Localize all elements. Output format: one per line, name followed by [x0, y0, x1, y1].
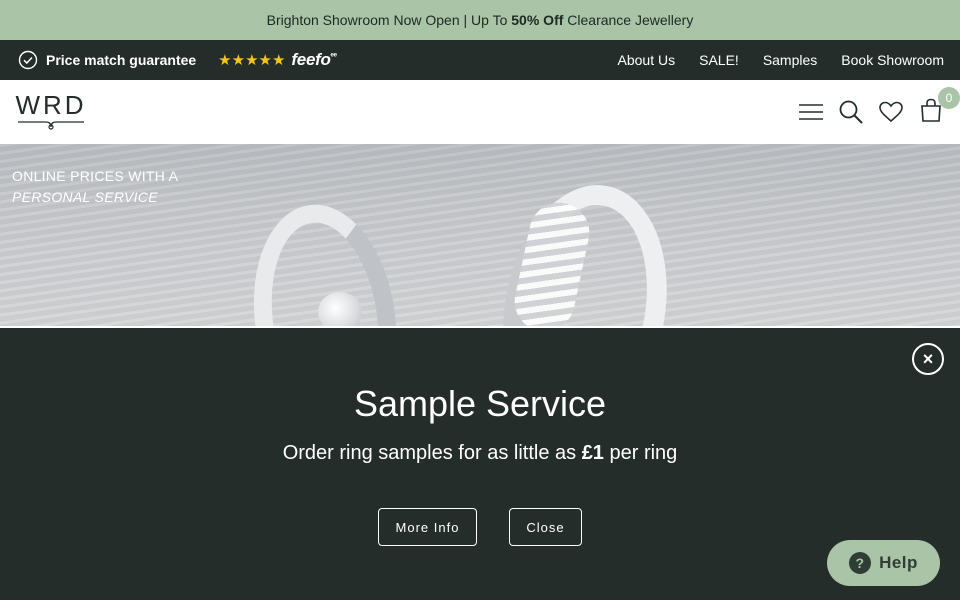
close-button[interactable]: Close [509, 508, 582, 546]
search-icon[interactable] [838, 99, 864, 125]
price-match-guarantee[interactable]: Price match guarantee [18, 50, 196, 70]
logo-swoosh-icon [18, 121, 84, 130]
popup-subtitle: Order ring samples for as little as £1 p… [282, 442, 678, 464]
diamond-image [318, 292, 362, 326]
hero-tagline: ONLINE PRICES WITH A PERSONAL SERVICE [12, 168, 179, 205]
header-actions: 0 [798, 86, 960, 128]
bag-count-badge: 0 [938, 86, 960, 109]
nav-about-us[interactable]: About Us [618, 52, 676, 68]
promo-text: Brighton Showroom Now Open | Up To 50% O… [266, 12, 694, 28]
help-icon: ? [849, 552, 872, 574]
utility-nav: About Us SALE! Samples Book Showroom [618, 52, 944, 68]
help-label: Help [879, 553, 918, 572]
nav-book-showroom[interactable]: Book Showroom [841, 52, 944, 68]
utility-bar: Price match guarantee ★★★★★ feefoᵉᵉ Abou… [0, 40, 960, 80]
site-header: WRD 0 [0, 80, 960, 144]
feefo-rating[interactable]: ★★★★★ feefoᵉᵉ [218, 50, 337, 70]
more-info-button[interactable]: More Info [378, 508, 477, 546]
star-rating-icon: ★★★★★ [218, 52, 286, 69]
site-logo[interactable]: WRD [15, 90, 87, 132]
nav-sale[interactable]: SALE! [699, 52, 739, 68]
heart-icon[interactable] [878, 99, 904, 125]
menu-icon[interactable] [798, 99, 824, 125]
shopping-bag-button[interactable]: 0 [918, 86, 960, 128]
close-icon[interactable]: × [912, 343, 944, 375]
hero-banner[interactable]: ONLINE PRICES WITH A PERSONAL SERVICE [0, 144, 960, 326]
nav-samples[interactable]: Samples [763, 52, 817, 68]
logo-text: WRD [15, 90, 87, 120]
popup-title: Sample Service [353, 383, 607, 424]
sample-service-popup: × Sample Service Order ring samples for … [0, 326, 960, 600]
promo-banner[interactable]: Brighton Showroom Now Open | Up To 50% O… [0, 0, 960, 40]
guarantee-label: Price match guarantee [46, 52, 197, 68]
feefo-logo: feefoᵉᵉ [291, 50, 337, 69]
check-badge-icon [18, 50, 38, 70]
help-button[interactable]: ? Help [827, 540, 940, 586]
